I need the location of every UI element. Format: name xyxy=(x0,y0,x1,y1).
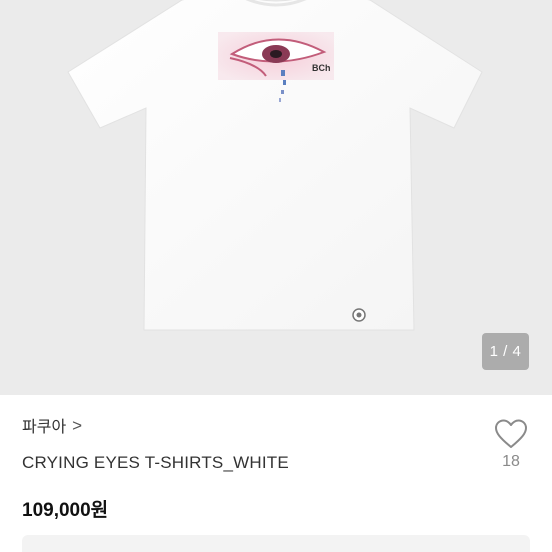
product-image-tshirt: BCh xyxy=(67,0,483,331)
product-price: 109,000원 xyxy=(22,500,109,521)
svg-text:BCh: BCh xyxy=(312,63,331,73)
details-box xyxy=(22,535,530,552)
heart-outline-icon xyxy=(495,419,527,448)
shop-link[interactable]: 파쿠아 > xyxy=(22,413,82,437)
product-image-gallery[interactable]: BCh 1 / 4 xyxy=(0,0,552,395)
product-title: CRYING EYES T-SHIRTS_WHITE xyxy=(22,453,289,472)
image-counter-badge: 1 / 4 xyxy=(482,333,529,370)
like-button[interactable]: 18 xyxy=(490,419,532,471)
like-count: 18 xyxy=(502,453,520,470)
chevron-right-icon: > xyxy=(72,415,83,435)
product-page: BCh 1 / 4 파쿠아 > CRYING EYES T-SHIRTS_WHI… xyxy=(0,0,552,552)
shop-name: 파쿠아 xyxy=(22,419,67,436)
product-info-panel: 파쿠아 > CRYING EYES T-SHIRTS_WHITE 109,000… xyxy=(0,395,552,552)
